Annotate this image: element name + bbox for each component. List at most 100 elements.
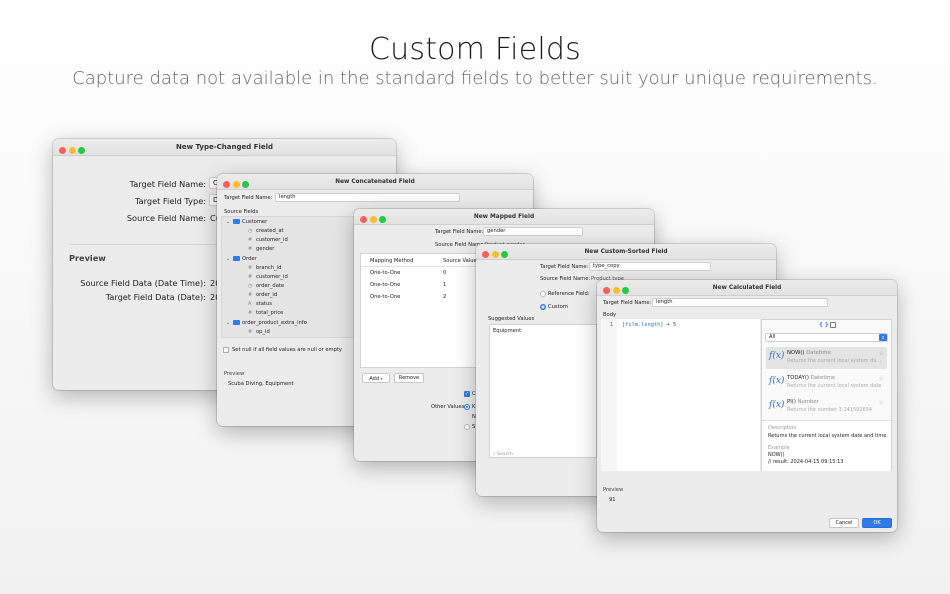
search-icon: ⌕ <box>493 452 496 457</box>
tree-total-price[interactable]: # total_price <box>248 310 283 316</box>
title-bar: New Custom-Sorted Field <box>476 244 776 260</box>
tree-op-id[interactable]: # op_id <box>248 329 270 335</box>
row-value[interactable]: 1 <box>443 282 446 288</box>
function-item-today[interactable]: f(x) TODAY() Datetime Returns the curren… <box>766 372 887 394</box>
target-type-label: Target Field Type: <box>135 196 206 206</box>
functions-icon[interactable]: { } <box>819 322 829 328</box>
book-icon[interactable] <box>830 322 836 328</box>
line-number: 1 <box>610 322 614 328</box>
star-icon[interactable]: ☆ <box>879 350 884 357</box>
source-name-label: Source Field Name: <box>540 276 591 282</box>
calculated-field-window: New Calculated Field Target Field Name: … <box>597 280 897 532</box>
example-code: NOW() <box>768 452 785 458</box>
tree-order-id[interactable]: # order_id <box>248 292 277 298</box>
target-name-input[interactable]: gender <box>483 227 583 236</box>
minimize-button[interactable] <box>369 215 377 223</box>
body-label: Body <box>603 312 617 318</box>
tree-created-at[interactable]: ◷ created_at <box>248 228 284 234</box>
close-button[interactable] <box>603 286 610 294</box>
title-bar: New Concatenated Field <box>217 174 533 190</box>
custom-radio[interactable] <box>540 304 546 310</box>
function-item-now[interactable]: f(x) NOW() Datetime Returns the current … <box>766 347 887 369</box>
search-field[interactable]: ⌕ Search <box>493 451 513 457</box>
star-icon[interactable]: ☆ <box>879 375 884 382</box>
hero-subtitle: Capture data not available in the standa… <box>72 68 878 89</box>
filter-select[interactable]: All ⇕ <box>765 333 888 342</box>
add-button[interactable]: Add ▾ <box>362 373 390 383</box>
hash-icon: # <box>248 237 253 243</box>
tree-branch-id[interactable]: # branch_id <box>248 265 281 271</box>
remove-button[interactable]: Remove <box>394 373 424 383</box>
other-values-option-3: S <box>472 424 476 430</box>
function-icon: f(x) <box>769 376 785 386</box>
traffic-lights <box>482 249 511 265</box>
preview-value: 91 <box>609 497 616 503</box>
list-item[interactable]: Equipment <box>493 328 521 334</box>
close-button[interactable] <box>223 180 230 188</box>
tree-order-customer-id[interactable]: # customer_id <box>248 274 288 280</box>
close-button[interactable] <box>360 215 367 223</box>
tree-extra-info[interactable]: ⌄ order_product_extra_info <box>226 320 307 326</box>
preview-label: Preview <box>603 487 624 493</box>
option-checkbox[interactable]: ✓ <box>464 391 470 397</box>
traffic-lights <box>360 214 389 230</box>
target-data-label: Target Field Data (Date): <box>105 292 206 302</box>
tree-gender[interactable]: # gender <box>248 246 274 252</box>
other-values-radio-3[interactable] <box>464 424 470 430</box>
zoom-button[interactable] <box>78 147 85 154</box>
code-editor[interactable]: 1 [film.length] + 5 <box>601 319 760 471</box>
row-value[interactable]: 0 <box>443 270 446 276</box>
hero-title: Custom Fields <box>369 32 581 67</box>
zoom-button[interactable] <box>622 286 629 294</box>
zoom-button[interactable] <box>242 180 249 188</box>
target-name-input[interactable]: type_copy <box>589 262 711 271</box>
zoom-button[interactable] <box>379 215 386 223</box>
row-value[interactable]: 2 <box>443 294 446 300</box>
function-item-pi[interactable]: f(x) PI() Number Returns the number 3.14… <box>766 396 887 418</box>
window-title: New Calculated Field <box>712 285 782 291</box>
target-name-input[interactable]: length <box>275 193 460 202</box>
tree-status[interactable]: Astatus <box>248 301 272 307</box>
minimize-button[interactable] <box>232 180 240 188</box>
cancel-button[interactable]: Cancel <box>829 518 859 528</box>
other-values-option-1: K <box>472 404 476 410</box>
tree-order-date[interactable]: ◷ order_date <box>248 283 284 289</box>
table-icon <box>233 256 240 261</box>
tree-order[interactable]: ⌄ Order <box>226 256 257 262</box>
hash-icon: # <box>248 265 253 271</box>
zoom-button[interactable] <box>501 250 508 258</box>
other-values-label: Other Values: <box>431 404 467 410</box>
preview-value: Scuba Diving, Equipment <box>228 381 294 387</box>
hash-icon: # <box>248 246 253 252</box>
close-button[interactable] <box>59 147 66 154</box>
custom-label: Custom <box>548 304 568 310</box>
window-title: New Custom-Sorted Field <box>584 249 668 255</box>
reference-field-radio[interactable] <box>540 291 546 297</box>
title-bar: New Type-Changed Field <box>53 139 396 156</box>
preview-label: Preview <box>69 253 106 263</box>
tree-customer[interactable]: ⌄ Customer <box>226 219 267 225</box>
target-name-label: Target Field Name: <box>435 229 484 235</box>
close-button[interactable] <box>482 250 489 258</box>
tree-customer-id[interactable]: # customer_id <box>248 237 288 243</box>
minimize-button[interactable] <box>612 286 620 294</box>
clock-icon: ◷ <box>248 228 253 234</box>
minimize-button[interactable] <box>491 250 499 258</box>
minimize-button[interactable] <box>68 147 76 154</box>
source-data-label: Source Field Data (Date Time): <box>80 278 206 288</box>
other-values-radio-1[interactable] <box>464 404 470 410</box>
null-checkbox[interactable] <box>223 347 229 353</box>
window-title: New Concatenated Field <box>335 179 415 185</box>
row-method[interactable]: One-to-One <box>370 294 400 300</box>
row-method[interactable]: One-to-One <box>370 282 400 288</box>
target-name-input[interactable]: length <box>652 298 828 307</box>
source-fields-tree: ⌄ Customer ◷ created_at # customer_id # gend… <box>221 216 356 338</box>
hash-icon: # <box>248 329 253 335</box>
traffic-lights <box>59 144 88 161</box>
description-text: Returns the current local system date an… <box>768 433 888 439</box>
source-fields-label: Source Fields <box>224 209 259 215</box>
row-method[interactable]: One-to-One <box>370 270 400 276</box>
ok-button[interactable]: OK <box>862 518 892 528</box>
star-icon[interactable]: ☆ <box>879 399 884 406</box>
col-mapping-method: Mapping Method <box>370 258 414 264</box>
